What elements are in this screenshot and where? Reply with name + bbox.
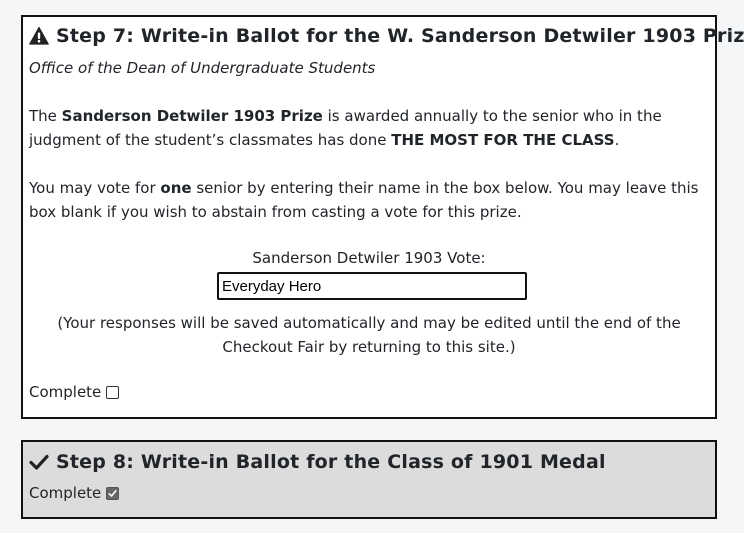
vote-instructions: You may vote for one senior by entering … (29, 176, 709, 224)
prize-desc-text-3: . (614, 131, 620, 149)
step-7-complete-label: Complete (29, 383, 102, 401)
step-8-title[interactable]: Step 8: Write-in Ballot for the Class of… (29, 451, 606, 473)
instructions-text-1: You may vote for (29, 179, 161, 197)
most-for-class-bold: THE MOST FOR THE CLASS (391, 131, 615, 149)
step-8-complete-row: Complete (29, 484, 120, 502)
step-8-title-text: Step 8: Write-in Ballot for the Class of… (56, 451, 606, 473)
checkbox-check-icon (108, 489, 117, 497)
prize-desc-text-1: The (29, 107, 62, 125)
prize-name-bold: Sanderson Detwiler 1903 Prize (61, 107, 323, 125)
step-7-panel: Step 7: Write-in Ballot for the W. Sande… (21, 15, 744, 419)
step-8-complete-label: Complete (29, 484, 102, 502)
checkmark-icon (29, 452, 49, 472)
vote-field-label: Sanderson Detwiler 1903 Vote: (252, 249, 486, 267)
step-7-title-text: Step 7: Write-in Ballot for the W. Sande… (56, 25, 744, 47)
warning-icon (29, 26, 49, 46)
detwiler-vote-input[interactable] (217, 272, 527, 300)
one-bold: one (160, 179, 192, 197)
prize-description: The Sanderson Detwiler 1903 Prize is awa… (29, 104, 709, 152)
step-7-title: Step 7: Write-in Ballot for the W. Sande… (29, 25, 744, 47)
autosave-note: (Your responses will be saved automatica… (57, 314, 681, 356)
step-7-complete-row: Complete (29, 383, 120, 401)
step-8-panel[interactable]: Step 8: Write-in Ballot for the Class of… (21, 440, 717, 519)
office-subtitle: Office of the Dean of Undergraduate Stud… (29, 59, 376, 77)
step-7-complete-checkbox[interactable] (106, 385, 120, 399)
step-8-complete-checkbox[interactable] (106, 486, 120, 500)
